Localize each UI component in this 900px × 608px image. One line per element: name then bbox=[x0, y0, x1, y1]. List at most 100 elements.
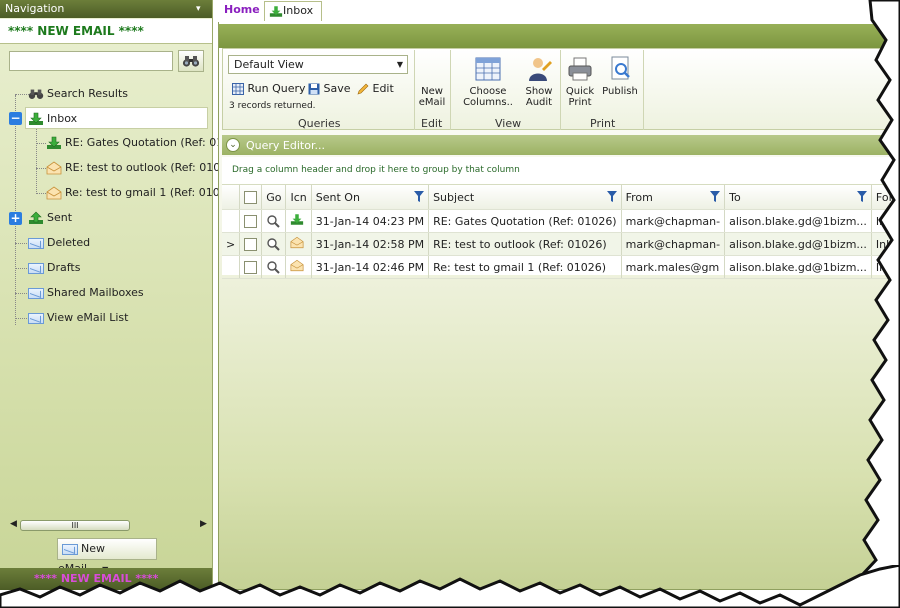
row-checkbox[interactable] bbox=[244, 260, 258, 274]
column-header-select[interactable] bbox=[239, 185, 263, 210]
tree-item-email[interactable]: Re: test to gmail 1 (Ref: 010 bbox=[46, 182, 220, 204]
ribbon-separator bbox=[414, 50, 415, 130]
filter-icon[interactable] bbox=[710, 190, 721, 202]
subject-cell: RE: Gates Quotation (Ref: 01026) bbox=[428, 209, 622, 233]
scroll-left-icon[interactable]: ◀ bbox=[10, 519, 17, 529]
row-checkbox-cell[interactable] bbox=[239, 232, 263, 256]
scroll-right-icon[interactable]: ▶ bbox=[200, 519, 207, 529]
new-email-button[interactable]: New eMail..▼ bbox=[57, 538, 157, 575]
horizontal-scrollbar[interactable]: ◀ III ▶ bbox=[8, 518, 208, 533]
open-envelope-icon bbox=[46, 186, 62, 200]
search-button[interactable] bbox=[178, 50, 204, 72]
new-email-banner-text: **** NEW EMAIL **** bbox=[8, 24, 144, 38]
magnifier-icon[interactable] bbox=[266, 260, 280, 274]
column-header-label: To bbox=[729, 190, 741, 204]
new-email-ribbon-button[interactable]: New eMail bbox=[418, 86, 446, 108]
column-header-sent-on[interactable]: Sent On bbox=[311, 185, 430, 210]
row-checkbox-cell[interactable] bbox=[239, 255, 263, 279]
magnifier-icon[interactable] bbox=[266, 214, 280, 228]
tree-item-label: RE: Gates Quotation (Ref: 01 bbox=[65, 136, 224, 149]
column-header-icon[interactable]: Icn bbox=[285, 185, 312, 210]
ribbon-separator bbox=[643, 50, 644, 130]
magnifier-icon[interactable] bbox=[266, 237, 280, 251]
save-label: Save bbox=[323, 82, 351, 95]
show-audit-button[interactable]: Show Audit bbox=[524, 55, 554, 108]
publish-button[interactable]: Publish bbox=[601, 55, 639, 97]
save-button[interactable]: Save bbox=[308, 82, 351, 95]
subject-cell: RE: test to outlook (Ref: 01026) bbox=[428, 232, 622, 256]
group-by-panel[interactable]: Drag a column header and drop it here to… bbox=[222, 157, 900, 185]
tree-item-label: Deleted bbox=[47, 236, 91, 249]
view-select[interactable]: Default View ▼ bbox=[228, 55, 408, 74]
row-indicator bbox=[222, 255, 241, 279]
tree-item-label: Sent bbox=[47, 211, 73, 224]
tree-connector bbox=[15, 268, 29, 269]
tree-item-shared-mailboxes[interactable]: Shared Mailboxes bbox=[28, 282, 144, 304]
row-checkbox-cell[interactable] bbox=[239, 209, 263, 233]
select-all-checkbox[interactable] bbox=[244, 190, 258, 204]
from-cell: mark@chapman- bbox=[621, 209, 726, 233]
column-header-subject[interactable]: Subject bbox=[428, 185, 622, 210]
query-editor-label[interactable]: Query Editor... bbox=[246, 139, 325, 152]
tree-item-inbox[interactable]: Inbox bbox=[25, 107, 208, 129]
auditor-person-icon bbox=[529, 58, 552, 81]
tree-item-search-results[interactable]: Search Results bbox=[28, 83, 128, 105]
quick-print-button[interactable]: Quick Print bbox=[563, 55, 597, 108]
tree-item-view-email-list[interactable]: View eMail List bbox=[28, 307, 128, 329]
grid-icon bbox=[232, 83, 244, 95]
group-label-edit: Edit bbox=[421, 117, 443, 130]
view-select-value: Default View bbox=[234, 58, 304, 71]
group-label-print: Print bbox=[590, 117, 616, 130]
go-cell[interactable] bbox=[261, 209, 287, 233]
table-row[interactable]: 31-Jan-14 04:23 PM RE: Gates Quotation (… bbox=[222, 209, 900, 233]
expand-collapse-icon[interactable]: + bbox=[9, 212, 22, 225]
tree-connector bbox=[15, 243, 29, 244]
row-checkbox[interactable] bbox=[244, 237, 258, 251]
column-header-from[interactable]: From bbox=[621, 185, 726, 210]
open-envelope-icon bbox=[291, 236, 304, 249]
choose-columns-label-2: Columns.. bbox=[463, 97, 513, 108]
tree-item-drafts[interactable]: Drafts bbox=[28, 257, 80, 279]
choose-columns-button[interactable]: Choose Columns.. bbox=[458, 55, 518, 108]
email-table: Go Icn Sent On Subject From To Folder 31… bbox=[222, 185, 900, 279]
subject-cell: Re: test to gmail 1 (Ref: 01026) bbox=[428, 255, 622, 279]
run-query-button[interactable]: Run Query bbox=[232, 82, 306, 95]
tab-inbox[interactable]: Inbox bbox=[264, 1, 322, 21]
dropdown-arrow-icon: ▼ bbox=[396, 60, 403, 69]
tree-item-email[interactable]: RE: Gates Quotation (Ref: 01 bbox=[46, 132, 223, 154]
open-envelope-icon bbox=[46, 161, 62, 175]
edit-button[interactable]: Edit bbox=[357, 82, 394, 95]
tree-item-email[interactable]: RE: test to outlook (Ref: 010 bbox=[46, 157, 220, 179]
expand-collapse-icon[interactable]: − bbox=[9, 112, 22, 125]
column-header-label: Subject bbox=[433, 190, 475, 204]
chevron-down-icon[interactable]: ⌄ bbox=[226, 138, 240, 152]
collapse-icon[interactable]: ▾ bbox=[196, 0, 201, 18]
tree-connector bbox=[15, 94, 29, 95]
torn-edge-decoration bbox=[0, 565, 900, 608]
ribbon-separator bbox=[450, 50, 451, 130]
tree-connector bbox=[15, 95, 16, 325]
go-cell[interactable] bbox=[261, 255, 287, 279]
group-by-hint: Drag a column header and drop it here to… bbox=[232, 165, 520, 175]
filter-icon[interactable] bbox=[414, 190, 425, 202]
tree-connector bbox=[36, 143, 46, 144]
tree-item-sent[interactable]: Sent bbox=[28, 207, 72, 229]
binoculars-icon bbox=[182, 56, 200, 67]
column-header-go[interactable]: Go bbox=[261, 185, 287, 210]
search-input[interactable] bbox=[9, 51, 173, 71]
scroll-thumb[interactable]: III bbox=[20, 520, 130, 531]
table-row[interactable]: > 31-Jan-14 02:58 PM RE: test to outlook… bbox=[222, 232, 900, 256]
sent-on-cell: 31-Jan-14 04:23 PM bbox=[311, 209, 430, 233]
filter-icon[interactable] bbox=[606, 190, 617, 202]
tree-connector bbox=[36, 168, 46, 169]
table-row[interactable]: 31-Jan-14 02:46 PM Re: test to gmail 1 (… bbox=[222, 255, 900, 279]
floppy-disk-icon bbox=[308, 83, 320, 95]
new-email-banner[interactable]: **** NEW EMAIL **** bbox=[0, 19, 212, 44]
tree-item-deleted[interactable]: Deleted bbox=[28, 232, 90, 254]
magnifier-document-icon bbox=[611, 56, 630, 80]
tab-home[interactable]: Home bbox=[224, 3, 260, 16]
tree-item-label: Re: test to gmail 1 (Ref: 010 bbox=[65, 186, 220, 199]
row-checkbox[interactable] bbox=[244, 214, 258, 228]
go-cell[interactable] bbox=[261, 232, 287, 256]
navigation-title: Navigation bbox=[5, 2, 65, 15]
